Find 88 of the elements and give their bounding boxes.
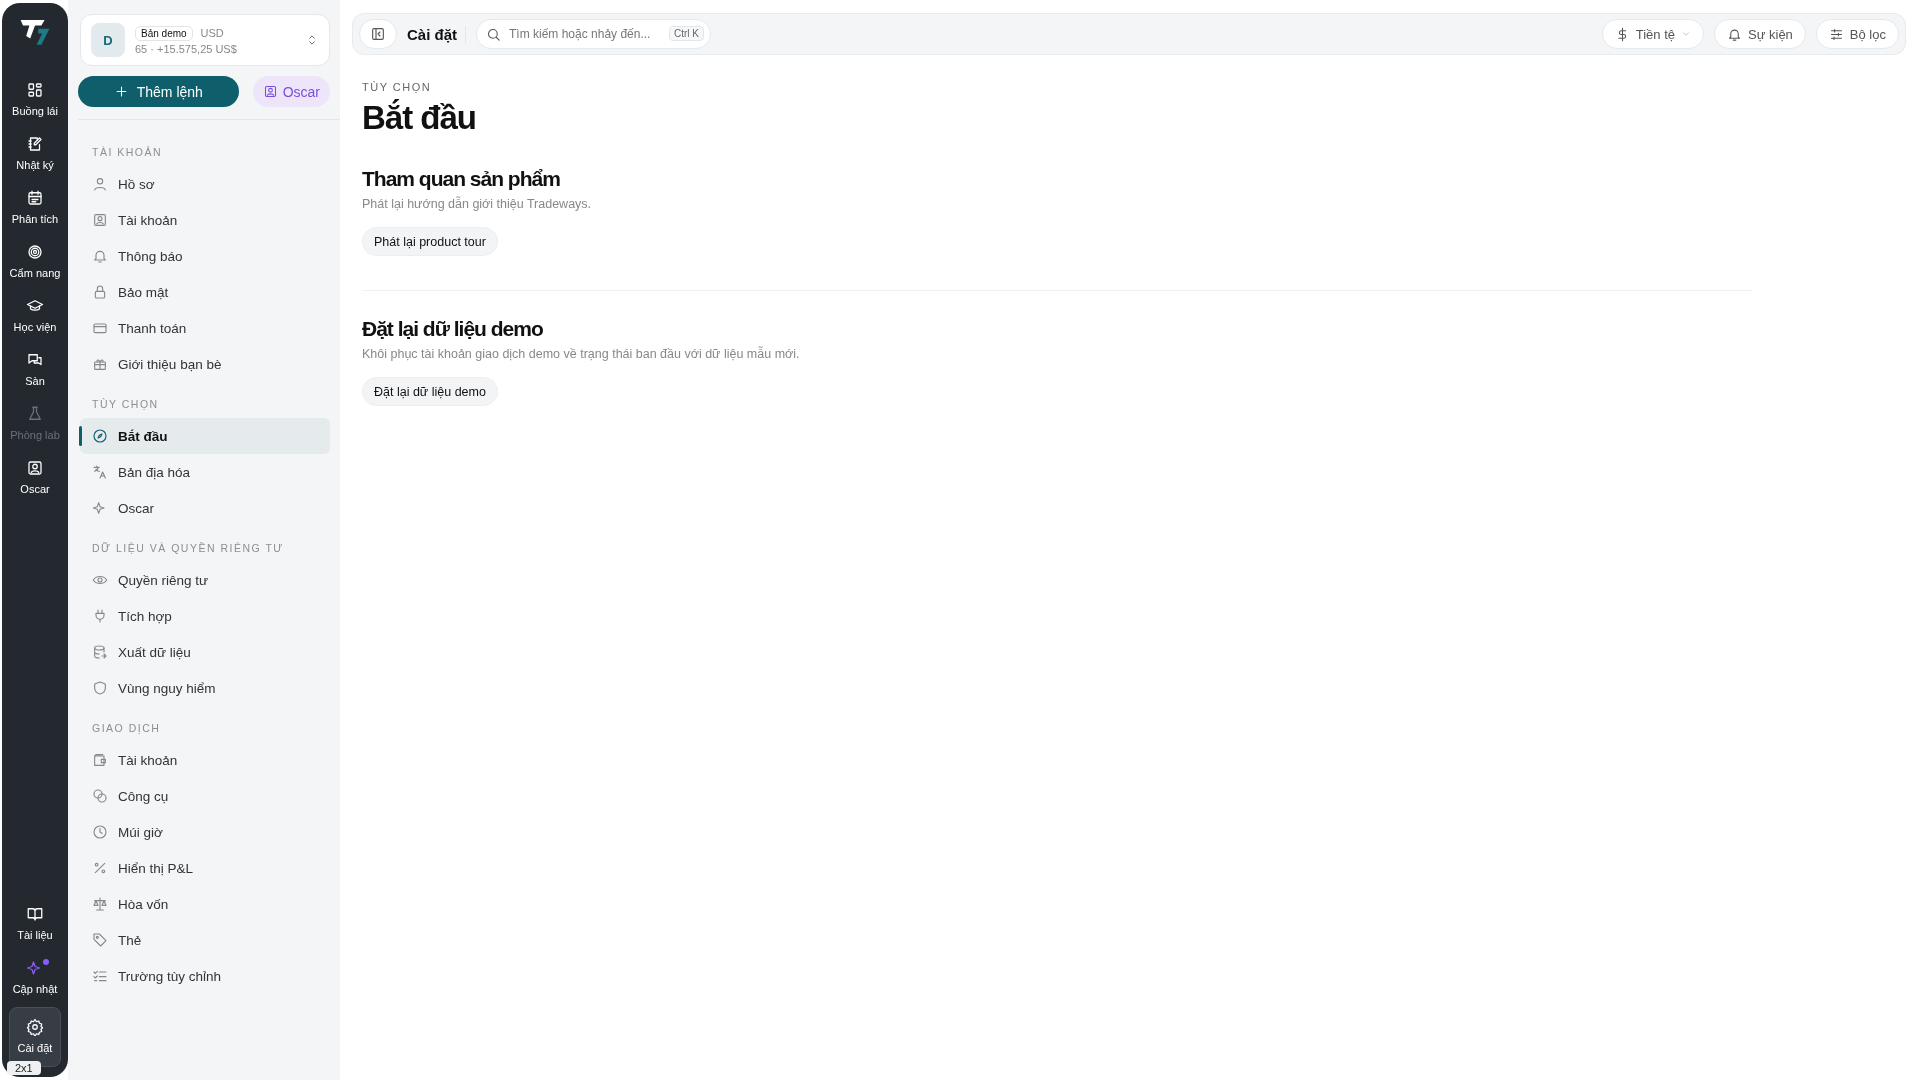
- notebook-icon: [26, 135, 44, 153]
- filter-button[interactable]: Bộ lọc: [1815, 19, 1899, 49]
- sidebar-item[interactable]: Hiển thị P&L: [80, 850, 330, 886]
- scale-icon: [92, 896, 108, 912]
- settings-icon: [26, 1018, 44, 1036]
- sidebar-item[interactable]: Xuất dữ liệu: [80, 634, 330, 670]
- sliders-icon: [1828, 26, 1844, 42]
- sidebar-item[interactable]: Giới thiệu bạn bè: [80, 346, 330, 382]
- sidebar-item[interactable]: Thẻ: [80, 922, 330, 958]
- oscar-button[interactable]: Oscar: [252, 76, 330, 107]
- sidebar-item[interactable]: Quyền riêng tư: [80, 562, 330, 598]
- sidebar-item[interactable]: Bắt đầu: [80, 418, 330, 454]
- clock-icon: [92, 824, 108, 840]
- wallet-icon: [92, 752, 108, 768]
- nav-rail-item[interactable]: Sàn: [9, 345, 61, 393]
- calendar-icon: [26, 189, 44, 207]
- nav-rail-item[interactable]: Tài liệu: [9, 899, 61, 947]
- replay-tour-button[interactable]: Phát lại product tour: [362, 227, 498, 256]
- sidebar-toggle-icon: [370, 26, 386, 42]
- page-heading: Bắt đầu: [362, 99, 477, 137]
- sidebar-toggle-button[interactable]: [359, 19, 397, 49]
- chevron-down-icon: [1681, 29, 1691, 39]
- account-switcher[interactable]: D Bản demo USD 65 · +15.575,25 US$: [80, 14, 330, 66]
- nav-rail-item[interactable]: Học viện: [9, 291, 61, 339]
- sidebar-item[interactable]: Công cụ: [80, 778, 330, 814]
- reset-demo-button[interactable]: Đặt lại dữ liệu demo: [362, 377, 498, 406]
- database-icon: [92, 644, 108, 660]
- sidebar-item[interactable]: Trường tùy chỉnh: [80, 958, 330, 994]
- nav-rail-item[interactable]: Oscar: [9, 453, 61, 501]
- card-icon: [92, 320, 108, 336]
- account-summary: 65 · +15.575,25 US$: [135, 42, 238, 55]
- section-description: Khôi phục tài khoản giao dịch demo về trạng thái ban đầu với dữ liệu mẫu mới.: [362, 347, 801, 361]
- coins-icon: [92, 788, 108, 804]
- lock-icon: [92, 284, 108, 300]
- section-title: Tham quan sản phẩm: [362, 167, 561, 191]
- section-heading: GIAO DỊCH: [91, 721, 162, 736]
- target-icon: [26, 243, 44, 261]
- section-title: Đặt lại dữ liệu demo: [362, 317, 544, 341]
- nav-rail-item[interactable]: Nhật ký: [9, 129, 61, 177]
- gift-icon: [92, 356, 108, 372]
- add-order-button[interactable]: Thêm lệnh: [78, 76, 239, 107]
- flask-icon: [26, 405, 44, 423]
- plug-icon: [92, 608, 108, 624]
- shortcut-hint: Ctrl K: [669, 26, 704, 41]
- portrait-icon: [262, 84, 278, 99]
- sidebar-item[interactable]: Thông báo: [80, 238, 330, 274]
- sidebar-item[interactable]: Oscar: [80, 490, 330, 526]
- sidebar-item[interactable]: Tích hợp: [80, 598, 330, 634]
- sidebar-item[interactable]: Bản địa hóa: [80, 454, 330, 490]
- sidebar-item[interactable]: Múi giờ: [80, 814, 330, 850]
- avatar: D: [91, 23, 125, 57]
- sidebar-item[interactable]: Hồ sơ: [80, 166, 330, 202]
- events-button[interactable]: Sự kiện: [1714, 19, 1806, 49]
- section-heading: TÀI KHOẢN: [91, 145, 164, 160]
- section-description: Phát lại hướng dẫn giới thiệu Tradeways.: [362, 197, 593, 211]
- compass-icon: [92, 428, 108, 444]
- currency-label: USD: [200, 27, 224, 39]
- section-label: TÙY CHỌN: [362, 81, 433, 93]
- portrait-icon: [26, 459, 44, 477]
- shield-icon: [92, 680, 108, 696]
- sidebar-item[interactable]: Vùng nguy hiểm: [80, 670, 330, 706]
- section-heading: DỮ LIỆU VÀ QUYỀN RIÊNG TƯ: [91, 541, 285, 556]
- zoom-tooltip: 2x1: [7, 1061, 41, 1075]
- sidebar-item[interactable]: Hòa vốn: [80, 886, 330, 922]
- section-heading: TÙY CHỌN: [91, 397, 160, 412]
- sidebar-item[interactable]: Thanh toán: [80, 310, 330, 346]
- sidebar-item[interactable]: Tài khoản: [80, 742, 330, 778]
- percent-icon: [92, 860, 108, 876]
- sidebar-item[interactable]: Bảo mật: [80, 274, 330, 310]
- checklist-icon: [92, 968, 108, 984]
- portrait-icon: [92, 212, 108, 228]
- nav-rail-item[interactable]: Buồng lái: [9, 75, 61, 123]
- logo[interactable]: [19, 17, 51, 47]
- user-icon: [92, 176, 108, 192]
- nav-rail-item[interactable]: Cập nhật: [9, 953, 61, 1001]
- tag-icon: [92, 932, 108, 948]
- nav-rail-item[interactable]: Phân tích: [9, 183, 61, 231]
- sidebar-item[interactable]: Tài khoản: [80, 202, 330, 238]
- grid-icon: [26, 81, 44, 99]
- account-tag: Bản demo: [135, 25, 193, 41]
- currency-dropdown[interactable]: Tiền tệ: [1601, 19, 1704, 49]
- book-icon: [26, 905, 44, 923]
- page-title: Cài đặt: [407, 25, 466, 43]
- nav-rail-item[interactable]: Cẩm nang: [9, 237, 61, 285]
- bell-icon: [92, 248, 108, 264]
- plus-icon: [113, 84, 129, 99]
- translate-icon: [92, 464, 108, 480]
- bell-icon: [1727, 26, 1742, 42]
